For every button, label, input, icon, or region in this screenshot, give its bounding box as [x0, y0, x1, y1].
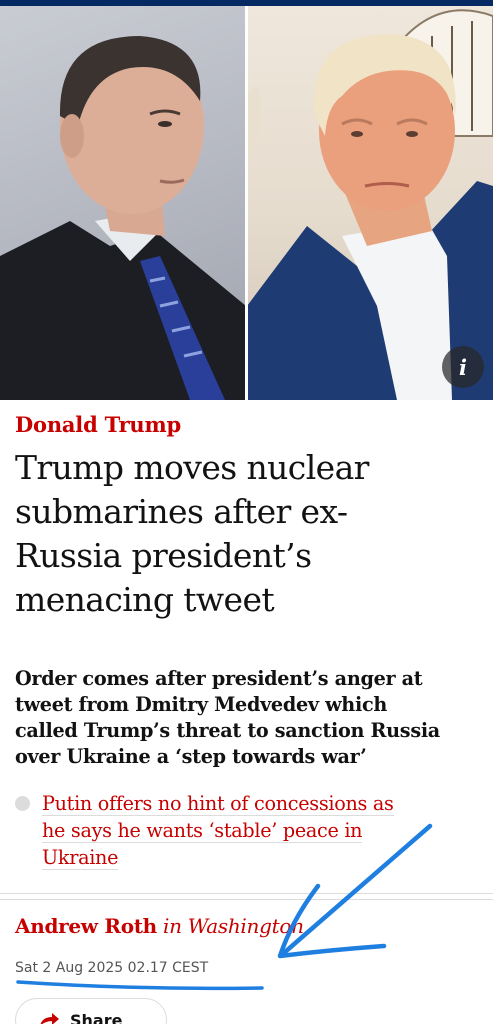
standfirst-line: tweet from Dmitry Medvedev which	[15, 693, 387, 716]
headline-line: Trump moves nuclear	[15, 448, 369, 487]
bullet-icon	[15, 796, 30, 811]
headline-line: submarines after ex-	[15, 492, 348, 531]
related-line: Putin offers no hint of concessions as	[42, 792, 394, 816]
byline-author[interactable]: Andrew Roth	[15, 914, 157, 938]
article-headline: Trump moves nuclear submarines after ex-…	[15, 446, 483, 622]
headline-line: Russia president’s	[15, 536, 312, 575]
standfirst-line: Order comes after president’s anger at	[15, 667, 423, 690]
hero-image[interactable]: i	[0, 6, 493, 400]
divider	[0, 899, 493, 900]
standfirst-line: over Ukraine a ‘step towards war’	[15, 745, 367, 768]
related-line: Ukraine	[42, 846, 119, 870]
related-story-link[interactable]: Putin offers no hint of concessions as h…	[42, 790, 475, 871]
byline: Andrew Roth in Washington	[15, 914, 304, 938]
share-icon	[40, 1013, 59, 1024]
related-line: he says he wants ‘stable’ peace in	[42, 819, 363, 843]
byline-location: in Washington	[163, 914, 304, 938]
share-button[interactable]: Share	[15, 998, 167, 1024]
share-label: Share	[70, 1010, 123, 1024]
hero-photo-left	[0, 6, 246, 400]
article-dateline: Sat 2 Aug 2025 02.17 CEST	[15, 960, 209, 976]
standfirst-line: called Trump’s threat to sanction Russia	[15, 719, 440, 742]
headline-line: menacing tweet	[15, 580, 275, 619]
info-icon[interactable]: i	[442, 346, 484, 388]
article-standfirst: Order comes after president’s anger at t…	[15, 666, 475, 770]
info-label: i	[459, 354, 467, 380]
photo-divider	[245, 6, 248, 400]
hero-photo-right	[247, 6, 493, 400]
divider	[0, 893, 493, 894]
section-kicker[interactable]: Donald Trump	[15, 412, 181, 437]
